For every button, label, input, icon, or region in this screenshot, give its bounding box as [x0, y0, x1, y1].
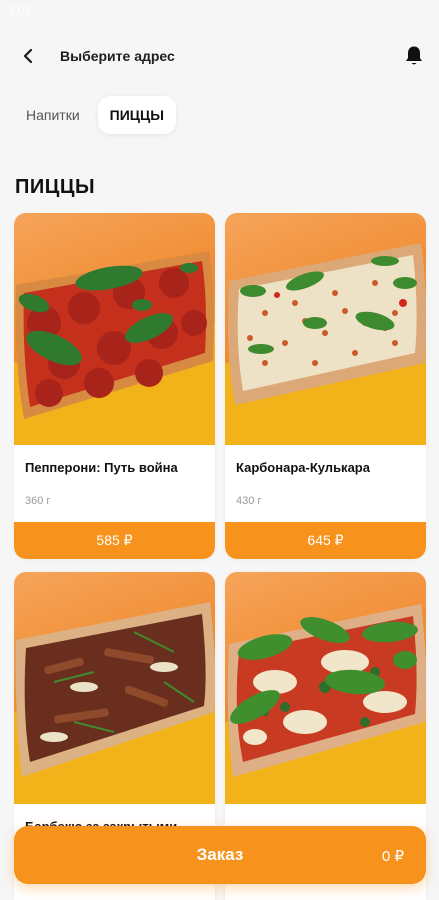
- back-button[interactable]: [14, 42, 42, 70]
- product-name: Пепперони: Путь война: [25, 460, 178, 475]
- chevron-left-icon: [23, 48, 33, 64]
- status-time: 9:07: [8, 4, 32, 18]
- product-card-carbonara[interactable]: Карбонара-Кулькара 430 г 645 ₽: [225, 213, 426, 559]
- top-bar: Выберите адрес: [0, 38, 439, 74]
- tab-pizzas[interactable]: ПИЦЦЫ: [97, 96, 176, 134]
- bell-icon: [406, 46, 422, 65]
- category-tabs: Напитки ПИЦЦЫ: [14, 96, 176, 134]
- product-card-pepperoni[interactable]: Пепперони: Путь война 360 г 585 ₽: [14, 213, 215, 559]
- tab-drinks[interactable]: Напитки: [14, 96, 92, 134]
- section-title: ПИЦЦЫ: [15, 176, 96, 198]
- order-total: 0 ₽: [381, 848, 404, 865]
- product-weight: 360 г: [25, 495, 51, 507]
- pepperoni-pizza-image: [14, 213, 215, 445]
- margherita-pizza-image: [225, 572, 426, 804]
- order-button[interactable]: Заказ 0 ₽: [14, 826, 426, 884]
- product-name: Карбонара-Кулькара: [236, 460, 370, 475]
- notifications-button[interactable]: [399, 41, 429, 71]
- bbq-pizza-image: [14, 572, 215, 804]
- product-weight: 430 г: [236, 495, 262, 507]
- order-label: Заказ: [196, 845, 244, 864]
- carbonara-pizza-image: [225, 213, 426, 445]
- price-button[interactable]: 645 ₽: [225, 522, 426, 559]
- price-button[interactable]: 585 ₽: [14, 522, 215, 559]
- address-selector[interactable]: Выберите адрес: [60, 48, 175, 64]
